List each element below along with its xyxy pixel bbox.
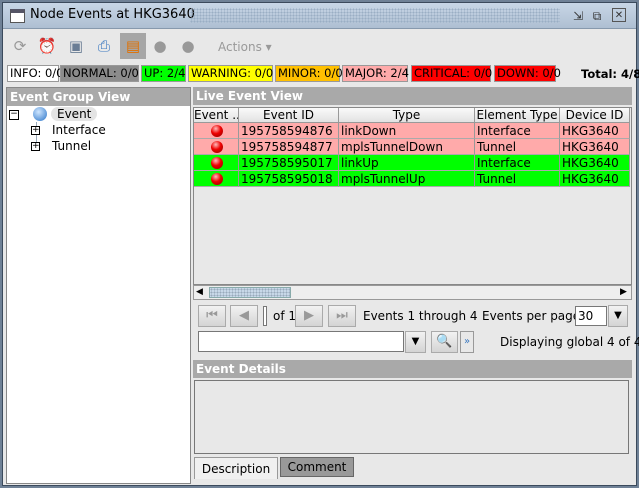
- window-icon: [10, 9, 25, 23]
- status-badge[interactable]: INFO: 0/0: [7, 65, 64, 82]
- id-cell: 195758595017: [239, 155, 339, 171]
- scroll-thumb[interactable]: [209, 287, 291, 298]
- device-cell: HKG3640: [560, 123, 630, 139]
- actions-menu[interactable]: Actions ▾: [218, 40, 272, 54]
- status-badge[interactable]: MINOR: 0/0: [275, 65, 343, 82]
- page-of: of 1: [273, 309, 297, 323]
- severity-icon: [211, 173, 223, 185]
- type-cell: mplsTunnelDown: [339, 139, 475, 155]
- column-header[interactable]: Device ID: [560, 108, 630, 123]
- per-page-dropdown[interactable]: ▼: [608, 305, 628, 327]
- event-details-box: [194, 380, 629, 454]
- event-group-header: Event Group View: [7, 88, 190, 106]
- search-button[interactable]: 🔍: [431, 331, 458, 353]
- tree-collapse-icon[interactable]: −: [9, 110, 19, 120]
- per-page-label: Events per page: [482, 309, 581, 323]
- severity-icon: [211, 157, 223, 169]
- severity-cell: [194, 171, 239, 187]
- severity-cell: [194, 139, 239, 155]
- type-cell: mplsTunnelUp: [339, 171, 475, 187]
- element-cell: Interface: [475, 155, 560, 171]
- refresh-icon[interactable]: ⟳: [8, 35, 32, 57]
- severity-cell: [194, 123, 239, 139]
- severity-icon: [211, 141, 223, 153]
- column-header[interactable]: Element Type: [475, 108, 560, 123]
- device-cell: HKG3640: [560, 171, 630, 187]
- status-badge[interactable]: NORMAL: 0/0: [60, 65, 139, 82]
- element-cell: Interface: [475, 123, 560, 139]
- event-details-header: Event Details: [193, 360, 632, 378]
- severity-icon: [211, 125, 223, 137]
- title-grip: [190, 8, 560, 23]
- status-badge[interactable]: UP: 2/4: [141, 65, 186, 82]
- view-toggle-icon[interactable]: ▤: [120, 33, 146, 59]
- type-cell: linkUp: [339, 155, 475, 171]
- events-range: Events 1 through 4: [363, 309, 478, 323]
- id-cell: 195758595018: [239, 171, 339, 187]
- alarm-clock-icon[interactable]: ⏰: [35, 35, 59, 57]
- status-badge[interactable]: CRITICAL: 0/0: [411, 65, 492, 82]
- tree-expand-icon[interactable]: +: [31, 142, 40, 151]
- acknowledge-icon[interactable]: ●: [176, 35, 200, 57]
- type-cell: linkDown: [339, 123, 475, 139]
- tree-expand-icon[interactable]: +: [31, 126, 40, 135]
- last-page-button[interactable]: ⏭: [328, 305, 356, 327]
- prev-page-button[interactable]: ◀: [230, 305, 258, 327]
- tree-root-event[interactable]: Event: [51, 107, 98, 121]
- element-cell: Tunnel: [475, 139, 560, 155]
- table-row[interactable]: 195758595017 linkUp Interface HKG3640: [194, 155, 630, 171]
- id-cell: 195758594876: [239, 123, 339, 139]
- per-page-input[interactable]: 30: [575, 306, 607, 326]
- id-cell: 195758594877: [239, 139, 339, 155]
- table-row[interactable]: 195758594876 linkDown Interface HKG3640: [194, 123, 630, 139]
- tree-item-tunnel[interactable]: Tunnel: [52, 139, 91, 153]
- device-cell: HKG3640: [560, 155, 630, 171]
- maximize-icon[interactable]: ⧉: [587, 6, 607, 26]
- globe-icon: [33, 107, 47, 121]
- scroll-left-icon[interactable]: ◀: [196, 287, 203, 297]
- tab-description[interactable]: Description: [194, 457, 278, 479]
- tab-comment[interactable]: Comment: [280, 457, 354, 477]
- comment-icon[interactable]: ●: [148, 35, 172, 57]
- status-badge[interactable]: WARNING: 0/0: [188, 65, 273, 82]
- table-row[interactable]: 195758595018 mplsTunnelUp Tunnel HKG3640: [194, 171, 630, 187]
- first-page-button[interactable]: ⏮: [198, 305, 226, 327]
- close-icon[interactable]: ✕: [612, 8, 626, 22]
- status-badge[interactable]: DOWN: 0/0: [494, 65, 561, 82]
- table-row[interactable]: 195758594877 mplsTunnelDown Tunnel HKG3640: [194, 139, 630, 155]
- save-icon[interactable]: ▣: [64, 35, 88, 57]
- filter-dropdown[interactable]: ▼: [405, 331, 426, 353]
- status-badge[interactable]: MAJOR: 2/4: [342, 65, 409, 82]
- next-page-button[interactable]: ▶: [295, 305, 323, 327]
- actions-label: Actions: [218, 40, 262, 54]
- scroll-right-icon[interactable]: ▶: [620, 287, 627, 297]
- element-cell: Tunnel: [475, 171, 560, 187]
- expand-filter-icon[interactable]: »: [460, 331, 474, 353]
- page-input[interactable]: [263, 306, 267, 326]
- minimize-icon[interactable]: ⇲: [568, 6, 588, 26]
- column-header[interactable]: Event ID: [239, 108, 339, 123]
- horizontal-scrollbar[interactable]: ◀ ▶: [193, 285, 632, 300]
- filter-input[interactable]: [198, 331, 404, 352]
- column-header[interactable]: Event ...: [194, 108, 239, 123]
- tree-item-interface[interactable]: Interface: [52, 123, 106, 137]
- device-cell: HKG3640: [560, 139, 630, 155]
- live-event-header: Live Event View: [193, 87, 632, 105]
- total-count: Total: 4/8: [581, 67, 639, 81]
- column-header[interactable]: Type: [339, 108, 475, 123]
- displaying-count: Displaying global 4 of 4: [500, 335, 639, 349]
- print-icon[interactable]: ⎙: [92, 35, 116, 57]
- window-title: Node Events at HKG3640: [30, 7, 195, 22]
- severity-cell: [194, 155, 239, 171]
